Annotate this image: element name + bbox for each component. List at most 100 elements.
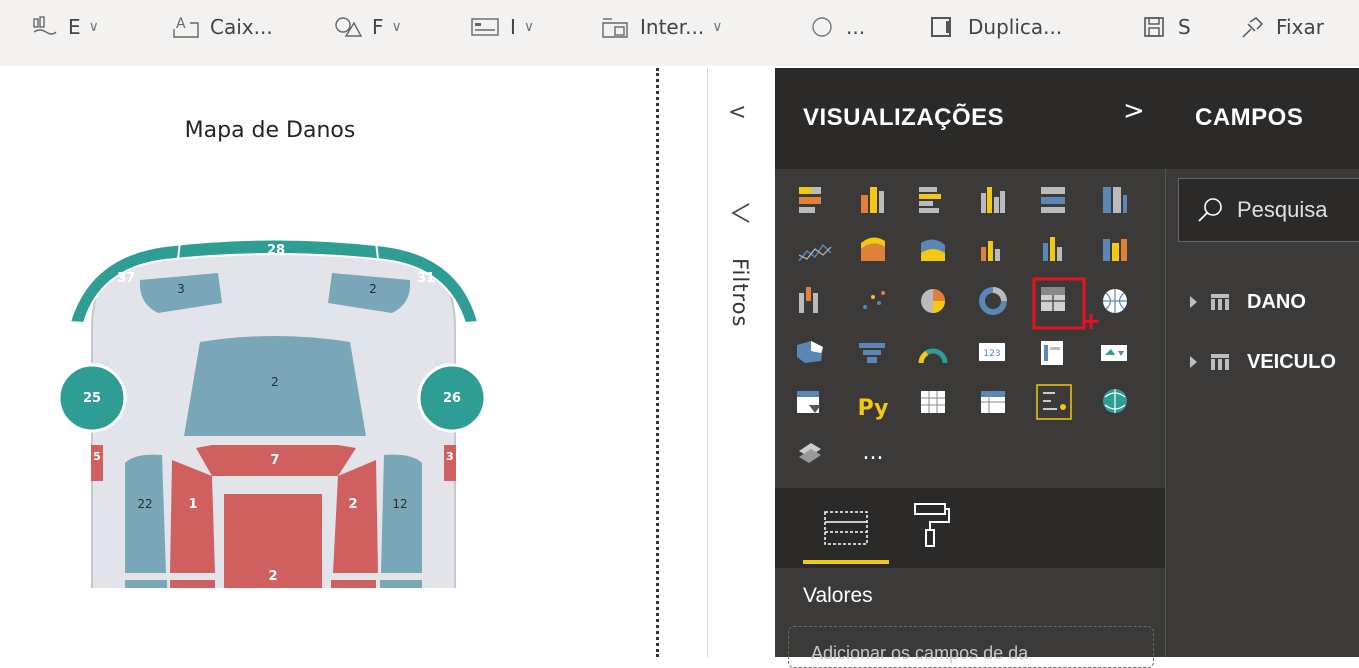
visual-type-gallery[interactable]: + 123 Py ... [775,169,1165,469]
waterfall-chart-icon[interactable] [799,287,818,313]
ribbon: E ∨ A Caix... F ∨ I ∨ Inter... ∨ ... Dup… [0,0,1359,66]
ribbon-item-duplicate[interactable]: Duplica... [928,10,1062,44]
refresh-visuals-icon [812,17,832,37]
ribbon-item-label: ... [846,15,866,39]
visualizations-title: VISUALIZAÇÕES [803,104,1005,131]
car-label-door-right-front-outer: 12 [392,497,407,511]
damage-map-visual[interactable]: 37 28 31 3 2 2 25 26 5 3 7 22 18 1 3 [0,68,560,588]
line-and-stacked-column-icon[interactable] [981,241,1000,261]
ribbon-item-label: Duplica... [968,15,1063,39]
ribbon-item-image[interactable]: I ∨ [470,10,534,44]
card-icon[interactable] [1041,341,1063,365]
car-label-arc-right: 31 [417,271,435,286]
car-label-windshield: 7 [270,453,279,468]
more-visuals-button[interactable]: ... [863,440,884,465]
area-chart-icon[interactable] [861,237,885,261]
ribbon-item-view[interactable]: E ∨ [32,10,99,44]
expand-visualizations-icon[interactable]: > [1123,96,1145,126]
clustered-column-chart-icon[interactable] [981,187,1005,213]
line-and-clustered-column-icon[interactable] [1043,237,1062,261]
car-label-pillar-left: 5 [93,450,101,463]
pin-icon [1242,17,1264,38]
filters-label[interactable]: Filtros [728,258,752,327]
ribbon-item-pin[interactable]: Fixar [1240,10,1324,44]
line-chart-icon[interactable] [798,243,832,262]
key-influencers-icon[interactable] [1036,384,1072,420]
door-right-rear-inner [331,580,376,588]
expand-triangle-icon[interactable] [1190,296,1197,308]
search-input[interactable]: Pesquisa [1237,197,1328,223]
stacked-column-chart-icon[interactable] [861,187,884,213]
ribbon-item-label: Caix... [210,15,273,39]
ribbon-item-label: S [1178,15,1191,39]
field-table-label: VEICULO [1247,350,1336,373]
car-label-mirror-right: 26 [443,391,461,406]
ribbon-item-textbox[interactable]: A Caix... [172,10,273,44]
door-left-rear-inner [170,580,215,588]
values-drop-zone[interactable]: Adicionar os campos de da [788,626,1154,668]
image-icon [471,18,499,36]
door-left-front-inner [170,460,215,573]
car-label-roof: 2 [268,569,277,584]
visualizations-header: VISUALIZAÇÕES > [775,68,1165,169]
fields-header: CAMPOS [1165,68,1359,169]
ribbon-item-shapes[interactable]: F ∨ [334,10,402,44]
fields-well-icon [824,511,868,545]
ribbon-item-interactions[interactable]: Inter... ∨ [600,10,722,44]
door-left-front-outer [125,454,166,573]
car-label-door-left-front-inner: 1 [188,497,197,512]
car-label-door-right-front-inner: 2 [348,497,357,512]
scatter-chart-icon[interactable] [863,291,885,309]
gauge-icon[interactable] [918,348,948,364]
clustered-bar-chart-icon[interactable] [919,187,941,213]
arcgis-map-icon[interactable] [1103,389,1127,413]
ribbon-item-label: Fixar [1276,15,1324,39]
chevron-down-icon: ∨ [523,19,535,35]
ribbon-item-label: F [372,15,384,39]
shapes-icon [335,17,362,37]
python-visual-icon[interactable]: Py [858,396,889,421]
kpi-icon[interactable] [1101,345,1127,361]
visualizations-tabs [775,488,1165,568]
100-stacked-column-chart-icon[interactable] [1103,187,1127,213]
ribbon-item-save[interactable]: S [1142,10,1191,44]
ribbon-item-label: Inter... [640,15,705,39]
tab-fields[interactable] [803,502,889,564]
chevron-down-icon: ∨ [88,19,99,35]
field-table-label: DANO [1247,290,1306,313]
car-label-arc-left: 37 [117,271,135,286]
slicer-icon[interactable] [797,391,821,413]
field-table-dano[interactable]: DANO [1190,282,1359,322]
ribbon-chart-icon[interactable] [1103,239,1127,261]
donut-chart-icon[interactable] [979,287,1007,315]
collapse-filters-icon[interactable]: < [728,100,746,125]
field-table-veiculo[interactable]: VEICULO [1190,342,1359,382]
car-label-glass-left: 3 [177,282,185,296]
car-label-door-left-front-outer: 22 [137,497,152,511]
pie-chart-icon[interactable] [921,289,945,313]
values-placeholder: Adicionar os campos de da [811,643,1029,663]
stacked-area-chart-icon[interactable] [921,239,945,261]
filled-map-icon[interactable] [797,341,823,363]
fields-search-box[interactable]: Pesquisa [1178,178,1359,242]
canvas-boundary [656,68,659,657]
expand-triangle-icon[interactable] [1190,356,1197,368]
save-icon [1144,17,1164,37]
treemap-icon[interactable] [1041,287,1065,311]
filters-pane[interactable]: < Filtros [707,68,776,657]
get-more-visuals-icon[interactable] [799,443,821,463]
add-visual-plus-icon[interactable]: + [1081,307,1101,335]
map-icon[interactable] [1103,289,1127,313]
matrix-visual-icon[interactable] [981,391,1005,413]
report-canvas[interactable]: Mapa de Danos 37 28 31 3 2 2 25 26 5 3 7… [0,68,657,657]
table-visual-icon[interactable] [921,391,945,413]
funnel-chart-icon[interactable] [859,343,885,363]
stacked-bar-chart-icon[interactable] [799,187,821,213]
100-stacked-bar-chart-icon[interactable] [1041,187,1065,213]
door-right-front-inner [333,460,378,573]
ribbon-item-label: E [68,15,81,39]
active-tab-underline [803,560,889,564]
ribbon-item-refresh[interactable]: ... [810,10,865,44]
paint-roller-icon[interactable] [911,500,951,550]
multi-row-card-icon[interactable]: 123 [979,343,1005,361]
